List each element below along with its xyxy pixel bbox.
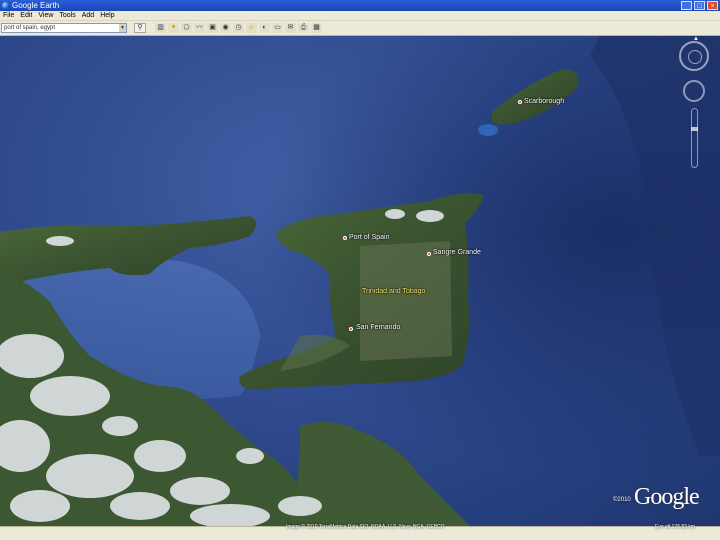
tour-icon[interactable]: ◉	[220, 23, 231, 33]
move-joystick[interactable]	[683, 80, 705, 102]
look-joystick[interactable]	[688, 50, 702, 64]
north-indicator-icon: ▲	[693, 36, 699, 42]
zoom-slider-thumb[interactable]	[691, 127, 698, 131]
copyright-year: ©2010	[613, 497, 631, 503]
window-controls: _ □ ×	[681, 1, 718, 10]
search-icon[interactable]: ⚲	[134, 23, 146, 33]
view-in-maps-icon[interactable]: ▦	[311, 23, 322, 33]
map-view[interactable]: Scarborough Port of Spain Sangre Grande …	[0, 36, 720, 526]
polygon-icon[interactable]: ⬠	[181, 23, 192, 33]
search-dropdown-icon[interactable]: ▼	[119, 24, 126, 32]
imagery-attribution: Image © 2010 TerraMetrics Data SIO, NOAA…	[286, 524, 445, 530]
minimize-button[interactable]: _	[681, 1, 692, 10]
trinidad-farmland	[360, 241, 452, 361]
window-title: Google Earth	[12, 1, 60, 10]
placemark-icon[interactable]: ✦	[168, 23, 179, 33]
history-icon[interactable]: ◷	[233, 23, 244, 33]
google-logo: Google	[634, 484, 700, 510]
map-imagery	[0, 36, 720, 526]
scarborough-marker[interactable]	[518, 100, 522, 104]
title-bar: Google Earth _ □ ×	[0, 0, 720, 11]
compass-ring[interactable]: ▲	[679, 36, 709, 71]
sidebar-icon[interactable]: ▥	[155, 23, 166, 33]
eye-altitude: Eye alt 176.83 km	[655, 524, 696, 530]
ruler-icon[interactable]: ▭	[272, 23, 283, 33]
menu-view[interactable]: View	[38, 11, 53, 20]
menu-edit[interactable]: Edit	[20, 11, 32, 20]
email-icon[interactable]: ✉	[285, 23, 296, 33]
menu-add[interactable]: Add	[82, 11, 94, 20]
menu-file[interactable]: File	[3, 11, 14, 20]
label-port-of-spain[interactable]: Port of Spain	[349, 234, 389, 241]
menu-bar: File Edit View Tools Add Help	[0, 11, 720, 21]
san-fernando-marker[interactable]	[349, 327, 353, 331]
tobago-reef	[478, 124, 498, 136]
maximize-button[interactable]: □	[694, 1, 705, 10]
sun-icon[interactable]: ☼	[246, 23, 257, 33]
path-icon[interactable]: 〰	[194, 23, 205, 33]
label-san-fernando[interactable]: San Fernando	[356, 324, 400, 331]
print-icon[interactable]: ⎙	[298, 23, 309, 33]
status-bar: Image © 2010 TerraMetrics Data SIO, NOAA…	[0, 524, 720, 540]
menu-tools[interactable]: Tools	[59, 11, 75, 20]
sangre-grande-marker[interactable]	[427, 252, 431, 256]
port-of-spain-marker[interactable]	[343, 236, 347, 240]
label-sangre-grande[interactable]: Sangre Grande	[433, 249, 481, 256]
menu-help[interactable]: Help	[100, 11, 114, 20]
label-scarborough[interactable]: Scarborough	[524, 98, 564, 105]
google-earth-icon	[2, 2, 9, 9]
toolbar-tools: ▥ ✦ ⬠ 〰 ▣ ◉ ◷ ☼ ◐ ▭ ✉ ⎙ ▦	[155, 23, 322, 33]
planets-icon[interactable]: ◐	[259, 23, 270, 33]
search-input[interactable]: port of spain, egypt	[1, 23, 127, 33]
toolbar: port of spain, egypt ▼ ⚲ ▥ ✦ ⬠ 〰 ▣ ◉ ◷ ☼…	[0, 21, 720, 36]
zoom-slider[interactable]	[691, 108, 698, 168]
close-button[interactable]: ×	[707, 1, 718, 10]
image-overlay-icon[interactable]: ▣	[207, 23, 218, 33]
label-trinidad-and-tobago[interactable]: Trinidad and Tobago	[362, 288, 425, 295]
